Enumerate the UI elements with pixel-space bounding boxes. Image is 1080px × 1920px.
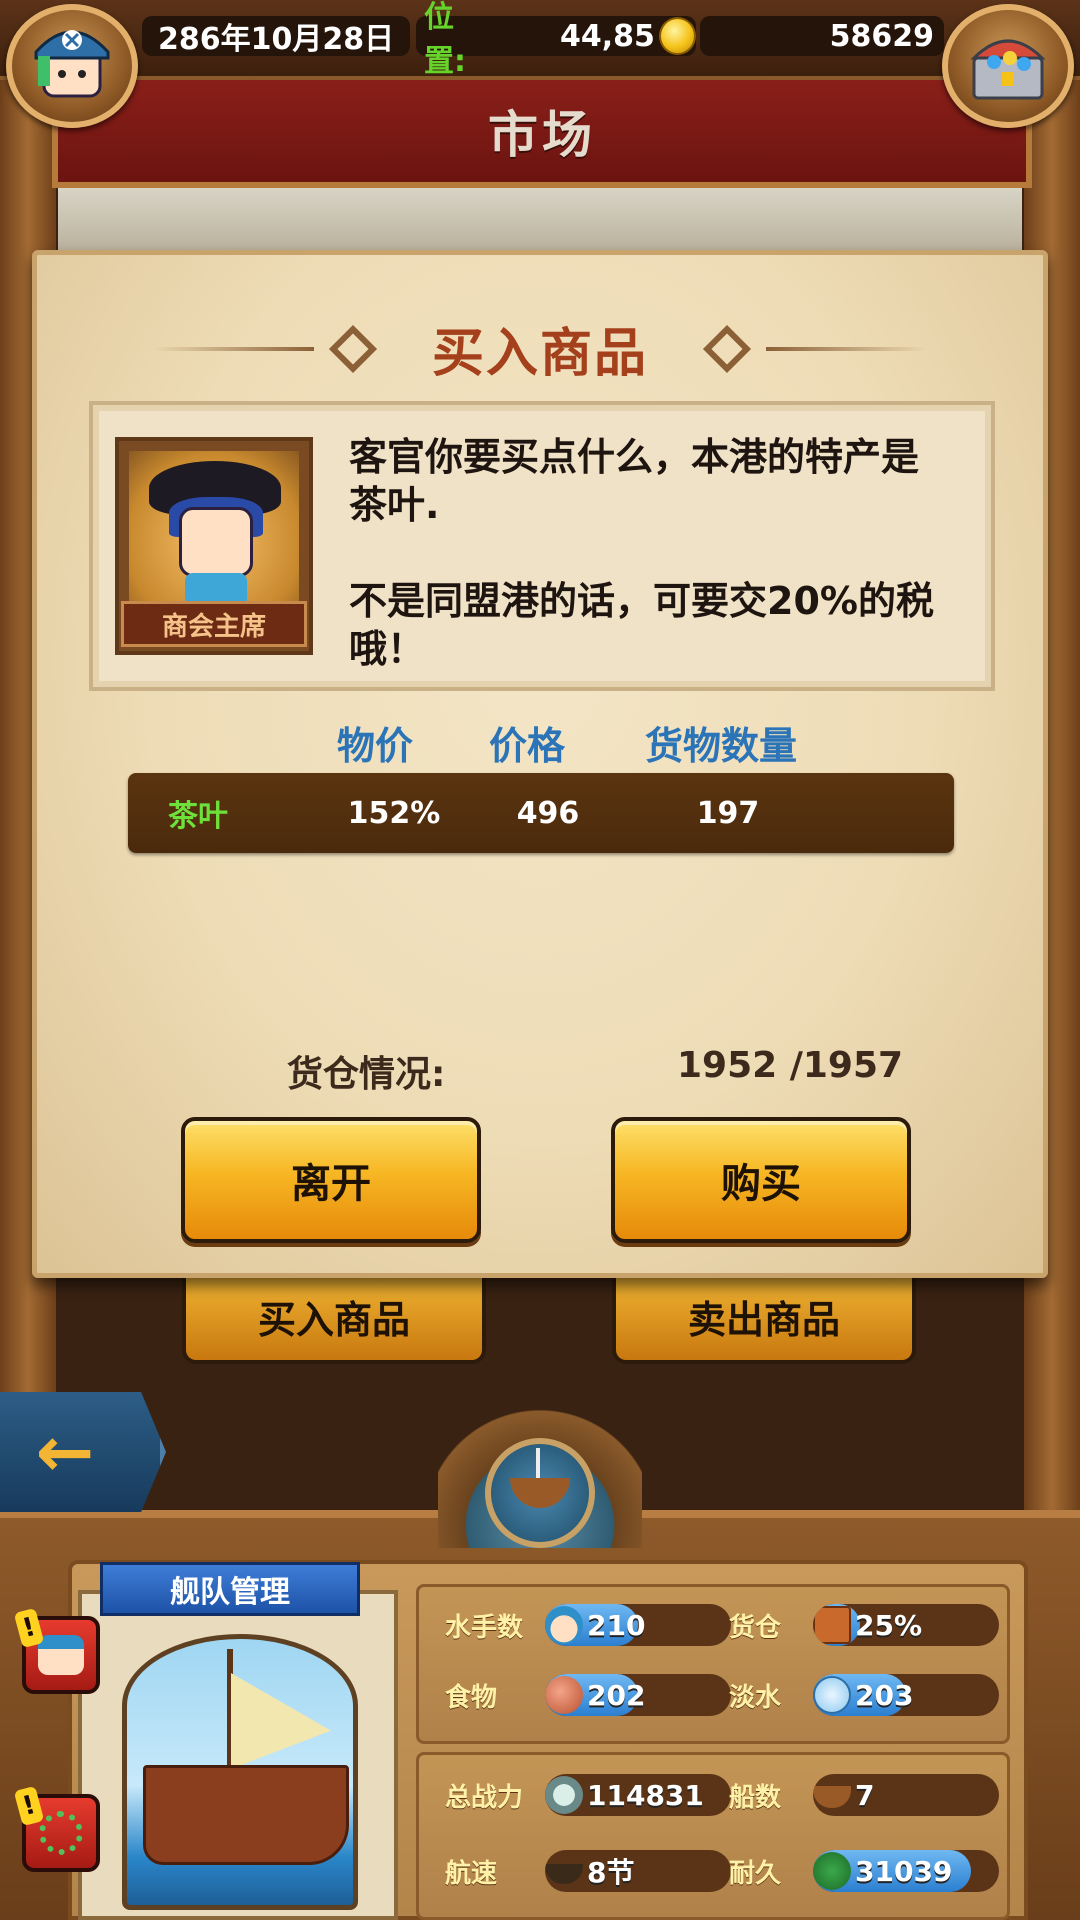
- meat-icon: [545, 1676, 583, 1714]
- stat-value: 8节: [587, 1856, 635, 1889]
- stat-total-power: 总战力 114831: [445, 1771, 731, 1819]
- stat-label: 水手数: [445, 1612, 524, 1643]
- stat-label: 耐久: [729, 1858, 782, 1889]
- stat-value: 202: [587, 1678, 646, 1712]
- captain-avatar-icon[interactable]: [6, 4, 138, 128]
- back-button[interactable]: ←: [0, 1392, 166, 1512]
- crossed-swords-icon: [545, 1776, 583, 1814]
- stat-label: 总战力: [445, 1782, 524, 1813]
- goods-table-header: 物价 价格 货物数量: [37, 715, 1043, 768]
- stat-sailors: 水手数 210: [445, 1601, 731, 1649]
- water-jug-icon: [813, 1676, 851, 1714]
- ship-wheel-alert-icon[interactable]: !: [13, 1785, 100, 1872]
- stat-value: 114831: [587, 1778, 704, 1812]
- harbor-scene-backdrop: [58, 188, 1022, 258]
- npc-dialogue: 客官你要买点什么，本港的特产是茶叶. 不是同盟港的话，可要交20%的税哦！: [349, 433, 949, 673]
- npc-role-label: 商会主席: [121, 601, 307, 647]
- ship-icon: [813, 1786, 851, 1808]
- npc-dialogue-line: 不是同盟港的话，可要交20%的税哦！: [349, 579, 934, 671]
- npc-dialogue-line: 客官你要买点什么，本港的特产是茶叶.: [349, 435, 920, 527]
- position-value: 44,85: [560, 18, 655, 54]
- speed-ship-icon: [545, 1864, 583, 1884]
- stat-cargo: 货仓 25%: [729, 1601, 999, 1649]
- position-label: 位置:: [424, 0, 466, 79]
- page-title: 市场: [488, 106, 596, 164]
- buy-button[interactable]: 购买: [611, 1117, 911, 1243]
- leave-button[interactable]: 离开: [181, 1117, 481, 1243]
- crew-alert-icon[interactable]: !: [13, 1607, 100, 1694]
- stat-ship-count: 船数 7: [729, 1771, 999, 1819]
- stat-durability: 耐久 31039: [729, 1847, 999, 1895]
- flagship-card[interactable]: [78, 1590, 398, 1920]
- npc-speech-box: 商会主席 客官你要买点什么，本港的特产是茶叶. 不是同盟港的话，可要交20%的税…: [89, 401, 995, 691]
- stat-label: 淡水: [729, 1682, 782, 1713]
- cargo-status: 货仓情况: 1952 /1957: [37, 1045, 1043, 1095]
- stat-value: 7: [855, 1778, 875, 1812]
- sailor-icon: [545, 1606, 583, 1644]
- stat-speed: 航速 8节: [445, 1847, 731, 1895]
- goods-name: 茶叶: [168, 799, 228, 834]
- title-ornament-right: [766, 346, 926, 351]
- col-price-index: 物价: [336, 724, 413, 768]
- buy-goods-dialog: 买入商品 商会主席 客官你要买点什么，本港的特产是茶叶. 不是同盟港的话，可要交…: [32, 250, 1048, 1278]
- dialog-title: 买入商品: [431, 324, 648, 384]
- fleet-supplies-stats: 水手数 210 货仓 25% 食物 202 淡水 203: [416, 1584, 1010, 1744]
- cargo-value: 1952 /1957: [677, 1045, 904, 1086]
- sell-goods-button[interactable]: 卖出商品: [612, 1272, 916, 1364]
- fleet-management-tab[interactable]: 舰队管理: [100, 1562, 360, 1616]
- stat-food: 食物 202: [445, 1671, 731, 1719]
- merchant-chairman-avatar: [129, 451, 299, 601]
- cargo-crate-icon: [813, 1606, 851, 1644]
- buy-goods-button[interactable]: 买入商品: [182, 1272, 486, 1364]
- flagship-image: [122, 1634, 358, 1910]
- helm-boat-icon: [485, 1438, 595, 1548]
- goods-price-index: 152%: [347, 795, 441, 831]
- ornament-diamond-icon: [702, 324, 752, 373]
- stat-label: 航速: [445, 1858, 498, 1889]
- sail-helm-button[interactable]: [438, 1398, 642, 1548]
- gold-amount: 58629: [700, 16, 944, 56]
- stat-value: 210: [587, 1608, 646, 1642]
- stat-value: 203: [855, 1678, 914, 1712]
- ornament-diamond-icon: [328, 324, 378, 373]
- cargo-label: 货仓情况:: [287, 1054, 446, 1095]
- goods-row[interactable]: 茶叶 152% 496 197: [128, 773, 954, 853]
- dialog-title-row: 买入商品: [37, 311, 1043, 386]
- title-ornament-left: [153, 346, 314, 351]
- col-price: 价格: [488, 724, 565, 768]
- fleet-power-stats: 总战力 114831 船数 7 航速 8节 耐久 31039: [416, 1752, 1010, 1920]
- position-display: 位置: 44,85: [416, 0, 696, 79]
- back-arrow-icon: ←: [35, 1411, 95, 1493]
- stat-label: 货仓: [729, 1612, 782, 1643]
- stat-label: 食物: [445, 1682, 498, 1713]
- goods-quantity: 197: [696, 795, 760, 831]
- gold-coin-icon: [658, 17, 696, 55]
- goods-price: 496: [516, 795, 580, 831]
- stat-value: 31039: [855, 1854, 953, 1888]
- stat-water: 淡水 203: [729, 1671, 999, 1719]
- title-banner: 市场: [52, 80, 1032, 188]
- col-quantity: 货物数量: [644, 724, 797, 768]
- stat-value: 25%: [855, 1608, 923, 1642]
- stat-label: 船数: [729, 1782, 782, 1813]
- game-date: 286年10月28日: [142, 16, 410, 57]
- treasure-chest-icon[interactable]: [942, 4, 1074, 128]
- durability-icon: [813, 1852, 851, 1890]
- npc-portrait: 商会主席: [115, 437, 313, 655]
